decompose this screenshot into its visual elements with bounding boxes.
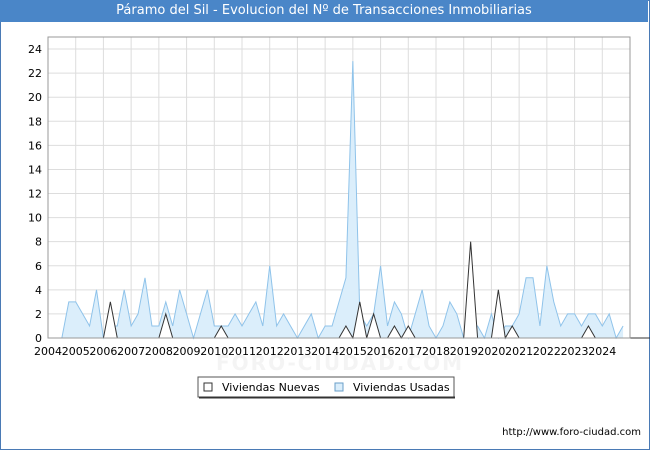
y-tick-label: 12 bbox=[28, 188, 42, 201]
x-tick-label: 2024 bbox=[588, 345, 616, 358]
viviendas-usadas-line bbox=[48, 61, 624, 340]
chart-canvas: FORO-CIUDAD.COM 024681012141618202224 20… bbox=[28, 36, 650, 399]
y-tick-label: 14 bbox=[28, 163, 42, 176]
y-tick-label: 18 bbox=[28, 115, 42, 128]
y-tick-label: 2 bbox=[35, 308, 42, 321]
legend-swatch-nuevas bbox=[203, 382, 213, 392]
x-tick-label: 2007 bbox=[117, 345, 145, 358]
x-tick-label: 2009 bbox=[173, 345, 201, 358]
plot-border bbox=[47, 36, 631, 339]
y-tick-label: 6 bbox=[35, 260, 42, 273]
x-tick-label: 2013 bbox=[283, 345, 311, 358]
x-tick-label: 2023 bbox=[561, 345, 589, 358]
x-tick-label: 2021 bbox=[505, 345, 533, 358]
grid-lines bbox=[48, 37, 630, 338]
viviendas-usadas-area bbox=[48, 61, 624, 338]
y-tick-label: 24 bbox=[28, 43, 42, 56]
legend: Viviendas Nuevas Viviendas Usadas bbox=[197, 376, 455, 399]
y-tick-label: 0 bbox=[35, 332, 42, 345]
y-tick-label: 4 bbox=[35, 284, 42, 297]
y-tick-label: 20 bbox=[28, 91, 42, 104]
y-tick-label: 10 bbox=[28, 212, 42, 225]
y-tick-label: 8 bbox=[35, 236, 42, 249]
x-tick-label: 2006 bbox=[89, 345, 117, 358]
x-tick-label: 2012 bbox=[256, 345, 284, 358]
x-tick-label: 2020 bbox=[477, 345, 505, 358]
x-tick-label: 2011 bbox=[228, 345, 256, 358]
x-tick-label: 2015 bbox=[339, 345, 367, 358]
x-axis-ticks: 2004 2005 2006 2007 2008 2009 2010 2011 2012 2013… bbox=[34, 345, 616, 358]
y-axis-ticks: 024681012141618202224 bbox=[28, 43, 42, 345]
x-tick-label: 2019 bbox=[450, 345, 478, 358]
legend-label-usadas: Viviendas Usadas bbox=[353, 381, 450, 394]
x-tick-label: 2014 bbox=[311, 345, 339, 358]
legend-label-nuevas: Viviendas Nuevas bbox=[222, 381, 320, 394]
x-tick-label: 2016 bbox=[367, 345, 395, 358]
x-tick-label: 2022 bbox=[533, 345, 561, 358]
x-tick-label: 2005 bbox=[62, 345, 90, 358]
x-tick-label: 2018 bbox=[422, 345, 450, 358]
plot-series bbox=[48, 61, 650, 340]
x-tick-label: 2017 bbox=[394, 345, 422, 358]
x-tick-label: 2004 bbox=[34, 345, 62, 358]
y-tick-label: 22 bbox=[28, 67, 42, 80]
x-tick-label: 2010 bbox=[200, 345, 228, 358]
x-tick-label: 2008 bbox=[145, 345, 173, 358]
y-tick-label: 16 bbox=[28, 139, 42, 152]
legend-swatch-usadas bbox=[334, 382, 344, 392]
source-url: http://www.foro-ciudad.com bbox=[502, 427, 641, 438]
